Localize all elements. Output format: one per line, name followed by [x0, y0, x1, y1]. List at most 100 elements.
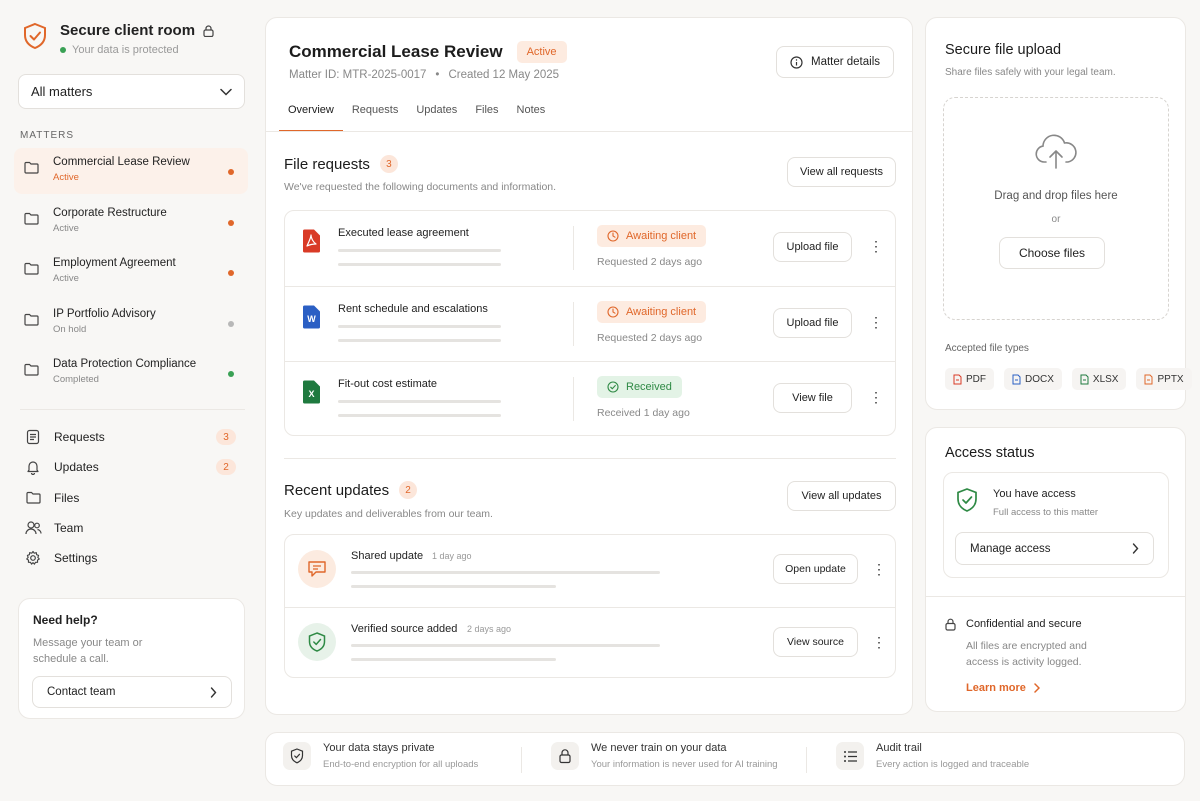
update-icon-badge — [298, 623, 336, 661]
request-row: Executed lease agreement Awaiting client R… — [285, 211, 895, 286]
matter-text: Employment Agreement Active — [53, 257, 176, 284]
status-dot — [228, 320, 234, 327]
footer-text: Your data stays private End-to-end encryp… — [323, 742, 478, 770]
matter-item[interactable]: Corporate Restructure Active — [14, 199, 248, 245]
more-options-icon[interactable]: ⋮ — [872, 562, 886, 576]
lock-icon — [203, 24, 214, 37]
learn-more-link[interactable]: Learn more — [966, 682, 1040, 694]
bell-icon — [24, 459, 42, 476]
more-options-icon[interactable]: ⋮ — [869, 239, 883, 253]
access-status: You have access — [993, 488, 1076, 500]
help-text: Message your team or schedule a call. — [33, 637, 143, 665]
help-title: Need help? — [33, 613, 98, 627]
choose-files-button[interactable]: Choose files — [999, 237, 1105, 269]
tab-overview[interactable]: Overview — [279, 104, 343, 132]
drop-or: or — [1051, 214, 1061, 225]
update-action-button[interactable]: View source — [773, 627, 858, 657]
footer-title: We never train on your data — [591, 742, 727, 754]
upload-panel: Secure file upload Share files safely wi… — [925, 17, 1192, 410]
request-action-button[interactable]: Upload file — [773, 232, 852, 262]
shield-icon — [22, 22, 48, 50]
learn-more-label: Learn more — [966, 682, 1026, 694]
placeholder-bar — [338, 325, 501, 328]
pdf-file-icon — [953, 374, 962, 385]
svg-text:X: X — [308, 389, 314, 399]
upload-title: Secure file upload — [945, 42, 1062, 58]
info-icon — [790, 55, 803, 69]
placeholder-bar — [351, 658, 556, 661]
status-badge: Active — [516, 41, 567, 63]
recent-updates-title: Recent updates — [284, 481, 390, 499]
sidebar-item-files[interactable]: Files — [24, 486, 236, 510]
request-status-badge: Awaiting client — [597, 225, 707, 247]
excel-file-icon: X — [301, 380, 321, 404]
tab-updates[interactable]: Updates — [407, 104, 466, 132]
matter-text: Commercial Lease Review Active — [53, 156, 190, 183]
tab-files[interactable]: Files — [466, 104, 507, 132]
drop-zone[interactable]: Drag and drop files here or Choose files — [943, 97, 1169, 320]
sidebar-item-label: Files — [54, 490, 80, 505]
matter-name: Data Protection Compliance — [53, 358, 197, 371]
placeholder-bar — [338, 400, 501, 403]
chevron-right-icon — [210, 686, 217, 698]
file-type-label: DOCX — [1025, 373, 1054, 385]
view-all-requests-button[interactable]: View all requests — [787, 157, 896, 187]
update-row: Verified source added 2 days ago View sour… — [285, 607, 895, 679]
tab-requests[interactable]: Requests — [343, 104, 407, 132]
request-time: Requested 2 days ago — [597, 332, 703, 344]
file-type-label: PDF — [966, 373, 986, 385]
status-dot — [228, 270, 234, 277]
placeholder-bar — [338, 249, 501, 252]
svg-text:W: W — [307, 314, 316, 324]
matter-item[interactable]: Data Protection Compliance Completed — [14, 350, 248, 396]
sidebar-item-requests[interactable]: Requests 3 — [24, 425, 236, 449]
matter-meta: Matter ID: MTR-2025-0017 • Created 12 May … — [289, 69, 559, 81]
matter-status: Active — [53, 172, 79, 183]
contact-team-button[interactable]: Contact team — [32, 676, 232, 708]
footer-bar: Your data stays private End-to-end encryp… — [265, 732, 1185, 786]
sidebar: Secure client room Your data is protecte… — [0, 0, 258, 801]
sidebar-item-updates[interactable]: Updates 2 — [24, 455, 236, 479]
status-dot — [228, 219, 234, 226]
upload-subtitle: Share files safely with your legal team. — [945, 67, 1116, 78]
contact-team-label: Contact team — [47, 686, 116, 698]
update-row: Shared update 1 day ago Open update ⋮ — [285, 535, 895, 607]
tab-notes[interactable]: Notes — [508, 104, 555, 132]
footer-title: Audit trail — [876, 742, 922, 754]
access-card: You have access Full access to this matt… — [943, 472, 1169, 578]
file-type-label: PPTX — [1157, 373, 1184, 385]
docx-file-icon — [1012, 374, 1021, 385]
shield-check-icon — [307, 631, 327, 653]
request-status: Awaiting client — [626, 306, 697, 318]
gear-icon — [24, 550, 42, 566]
footer-item: We never train on your data Your informat… — [551, 742, 778, 770]
matter-details-button[interactable]: Matter details — [776, 46, 894, 78]
update-action-button[interactable]: Open update — [773, 554, 858, 584]
access-divider — [926, 596, 1185, 597]
secure-text: All files are encrypted and access is ac… — [966, 640, 1087, 668]
more-options-icon[interactable]: ⋮ — [869, 315, 883, 329]
manage-access-label: Manage access — [970, 542, 1051, 555]
more-options-icon[interactable]: ⋮ — [869, 390, 883, 404]
sidebar-item-settings[interactable]: Settings — [24, 546, 236, 570]
matters-select[interactable]: All matters — [18, 74, 245, 109]
footer-text: Audit trail Every action is logged and tr… — [876, 742, 1029, 770]
footer-subtitle: Every action is logged and traceable — [876, 759, 1030, 770]
matter-item[interactable]: Employment Agreement Active — [14, 249, 248, 295]
folder-icon — [24, 363, 39, 376]
lock-icon — [945, 618, 956, 631]
matter-item[interactable]: Commercial Lease Review Active — [14, 148, 248, 194]
request-action-button[interactable]: View file — [773, 383, 852, 413]
request-action-button[interactable]: Upload file — [773, 308, 852, 338]
matter-status: Active — [53, 273, 79, 285]
sidebar-item-team[interactable]: Team — [24, 516, 236, 540]
file-requests-title: File requests — [284, 155, 370, 173]
more-options-icon[interactable]: ⋮ — [872, 635, 886, 649]
sidebar-item-label: Updates — [54, 460, 99, 475]
word-file-icon: W — [301, 305, 321, 329]
matter-item[interactable]: IP Portfolio Advisory On hold — [14, 300, 248, 346]
view-all-updates-button[interactable]: View all updates — [787, 481, 896, 511]
manage-access-button[interactable]: Manage access — [955, 532, 1154, 565]
count-badge: 2 — [216, 459, 236, 476]
cloud-upload-icon — [1034, 134, 1078, 170]
